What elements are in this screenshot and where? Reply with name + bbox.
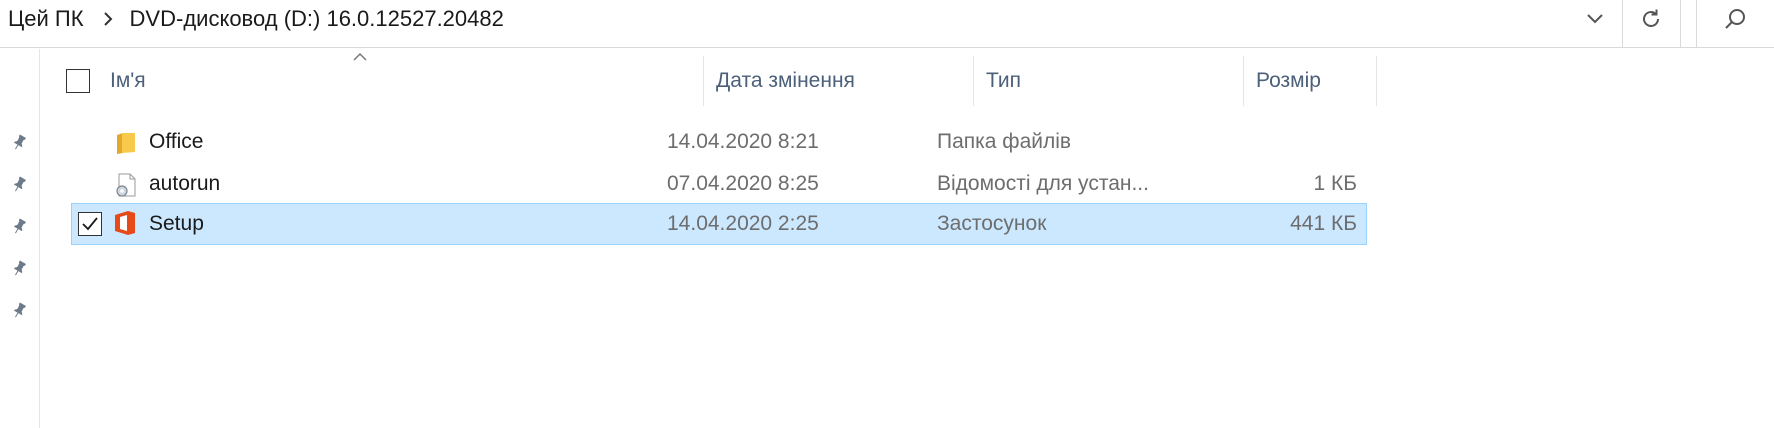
pin-icon[interactable] bbox=[8, 173, 30, 195]
pin-icon bbox=[14, 134, 26, 150]
pin-icon bbox=[14, 218, 26, 234]
file-type: Папка файлів bbox=[937, 130, 1072, 153]
column-header-date[interactable]: Дата змінення bbox=[716, 56, 966, 106]
refresh-button[interactable] bbox=[1624, 0, 1678, 38]
file-type: Відомості для устан... bbox=[937, 172, 1149, 195]
setup-info-file-icon bbox=[116, 173, 136, 197]
pin-icon[interactable] bbox=[8, 215, 30, 237]
folder-icon bbox=[117, 133, 135, 154]
file-date: 14.04.2020 2:25 bbox=[667, 212, 819, 235]
search-button[interactable] bbox=[1696, 0, 1774, 38]
checkmark-icon bbox=[82, 217, 98, 231]
pin-icon[interactable] bbox=[8, 257, 30, 279]
pin-icon[interactable] bbox=[8, 299, 30, 321]
column-header-type[interactable]: Тип bbox=[986, 56, 1236, 106]
chevron-down-icon bbox=[1587, 14, 1603, 24]
column-header-name[interactable]: Ім'я bbox=[110, 56, 700, 106]
list-item[interactable]: Office 14.04.2020 8:21 Папка файлів bbox=[71, 122, 1367, 164]
column-header-date-label: Дата змінення bbox=[716, 69, 855, 92]
file-name: autorun bbox=[149, 172, 221, 195]
column-divider[interactable] bbox=[703, 56, 704, 106]
file-date: 07.04.2020 8:25 bbox=[667, 172, 819, 195]
refresh-icon bbox=[1643, 9, 1659, 27]
file-name: Setup bbox=[149, 212, 204, 235]
column-header-row: Ім'я Дата змінення Тип Розмір bbox=[56, 56, 1377, 106]
breadcrumb-item-dvd-drive[interactable]: DVD-дисковод (D:) 16.0.12527.20482 bbox=[130, 6, 504, 32]
file-name: Office bbox=[149, 130, 204, 153]
list-item[interactable]: autorun 07.04.2020 8:25 Відомості для ус… bbox=[71, 164, 1367, 206]
file-type: Застосунок bbox=[937, 212, 1047, 235]
file-date: 14.04.2020 8:21 bbox=[667, 130, 819, 153]
pin-icon bbox=[14, 302, 26, 318]
select-all-checkbox-cell bbox=[66, 56, 96, 106]
column-header-size-label: Розмір bbox=[1256, 69, 1321, 92]
column-header-type-label: Тип bbox=[986, 69, 1022, 92]
select-all-checkbox[interactable] bbox=[66, 69, 90, 93]
column-divider[interactable] bbox=[1243, 56, 1244, 106]
file-size: 1 КБ bbox=[1313, 172, 1357, 195]
pin-icon bbox=[14, 260, 26, 276]
navigation-pane bbox=[0, 49, 40, 428]
file-size: 441 КБ bbox=[1290, 212, 1357, 235]
column-header-name-label: Ім'я bbox=[110, 69, 146, 92]
breadcrumb: Цей ПК DVD-дисковод (D:) 16.0.12527.2048… bbox=[8, 0, 504, 38]
search-icon bbox=[1725, 9, 1745, 29]
pin-icon bbox=[14, 176, 26, 192]
address-dropdown-button[interactable] bbox=[1570, 0, 1620, 38]
file-size bbox=[1207, 122, 1357, 162]
chevron-right-icon[interactable] bbox=[100, 11, 116, 27]
address-bar: Цей ПК DVD-дисковод (D:) 16.0.12527.2048… bbox=[0, 0, 1774, 48]
toolbar-divider bbox=[1622, 0, 1623, 48]
column-divider[interactable] bbox=[973, 56, 974, 106]
column-divider[interactable] bbox=[1376, 56, 1377, 106]
toolbar-divider bbox=[1680, 0, 1681, 48]
list-item-selected[interactable]: Setup 14.04.2020 2:25 Застосунок 441 КБ bbox=[71, 203, 1367, 245]
breadcrumb-item-this-pc[interactable]: Цей ПК bbox=[8, 6, 84, 32]
row-checkbox-checked[interactable] bbox=[78, 212, 102, 236]
column-header-size[interactable]: Розмір bbox=[1256, 56, 1406, 106]
office-app-icon bbox=[115, 211, 135, 235]
pin-icon[interactable] bbox=[8, 131, 30, 153]
